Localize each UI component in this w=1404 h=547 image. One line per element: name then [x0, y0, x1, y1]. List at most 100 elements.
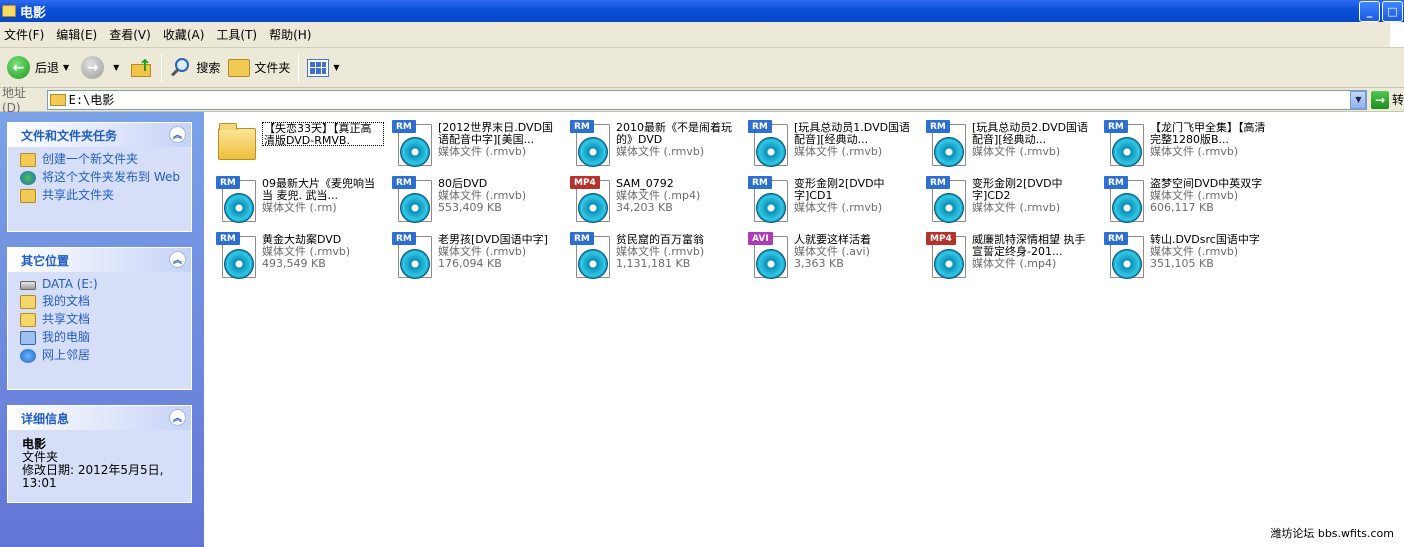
menu-tools[interactable]: 工具(T) — [212, 26, 265, 43]
folders-label: 文件夹 — [254, 61, 291, 75]
file-type-badge: MP4 — [570, 176, 600, 189]
film-reel-icon — [1112, 193, 1142, 223]
menu-help[interactable]: 帮助(H) — [265, 26, 319, 43]
task-share-folder[interactable]: 共享此文件夹 — [20, 189, 191, 203]
forward-button[interactable]: → ▼ — [77, 52, 127, 84]
file-text: 老男孩[DVD国语中字] 媒体文件 (.rmvb) 176,094 KB — [438, 232, 560, 284]
file-text: 黄金大劫案DVD 媒体文件 (.rmvb) 493,549 KB — [262, 232, 384, 284]
back-button[interactable]: ← 后退 ▼ — [3, 52, 77, 84]
chevron-down-icon[interactable]: ▼ — [63, 63, 69, 72]
place-my-computer[interactable]: 我的电脑 — [20, 331, 191, 345]
file-item[interactable]: RM 变形金刚2[DVD中字]CD1 媒体文件 (.rmvb) — [744, 176, 916, 228]
folder-item[interactable]: 【失恋33天】【真正高清版DVD-RMVB. — [212, 120, 384, 172]
search-button[interactable]: 搜索 — [166, 52, 224, 84]
media-file-icon: RM — [1100, 232, 1146, 280]
watermark: 潍坊论坛 bbs.wfits.com — [1270, 527, 1394, 540]
file-size: 1,131,181 KB — [616, 257, 691, 270]
file-type: 媒体文件 (.rmvb) — [1150, 145, 1239, 158]
file-text: SAM_0792 媒体文件 (.mp4) 34,203 KB — [616, 176, 738, 228]
collapse-chevron-icon[interactable]: ︽ — [169, 251, 186, 268]
file-item[interactable]: MP4 威廉凯特深情相望 执手宣誓定终身-201... 媒体文件 (.mp4) — [922, 232, 1094, 284]
film-reel-icon — [756, 137, 786, 167]
file-list: 【失恋33天】【真正高清版DVD-RMVB. RM [2012世界末日.DVD国语配… — [204, 112, 1404, 547]
file-item[interactable]: RM [2012世界末日.DVD国语配音中字][美国... 媒体文件 (.rmvb) — [388, 120, 560, 172]
other-places-header[interactable]: 其它位置 ︽ — [8, 248, 191, 272]
back-arrow-icon: ← — [7, 56, 30, 79]
views-icon — [307, 58, 330, 77]
file-text: 人就要这样活着 媒体文件 (.avi) 3,363 KB — [794, 232, 916, 284]
file-item[interactable]: RM 变形金刚2[DVD中字]CD2 媒体文件 (.rmvb) — [922, 176, 1094, 228]
file-type: 媒体文件 (.rm) — [262, 201, 337, 214]
film-reel-icon — [1112, 137, 1142, 167]
media-file-icon: RM — [744, 120, 790, 168]
file-tasks-header[interactable]: 文件和文件夹任务 ︽ — [8, 123, 191, 147]
place-network[interactable]: 网上邻居 — [20, 349, 191, 363]
views-button[interactable]: ▼ — [303, 52, 347, 84]
menu-edit[interactable]: 编辑(E) — [52, 26, 105, 43]
menu-view[interactable]: 查看(V) — [105, 26, 159, 43]
file-size: 34,203 KB — [616, 201, 673, 214]
folder-icon — [212, 120, 258, 168]
file-item[interactable]: RM [玩具总动员2.DVD国语配音][经典动... 媒体文件 (.rmvb) — [922, 120, 1094, 172]
file-item[interactable]: RM 盗梦空间DVD中英双字 媒体文件 (.rmvb) 606,117 KB — [1100, 176, 1272, 228]
task-new-folder[interactable]: 创建一个新文件夹 — [20, 153, 191, 167]
task-new-folder-label: 创建一个新文件夹 — [42, 152, 139, 166]
file-item[interactable]: RM 09最新大片《麦兜响当当 麦兜. 武当... 媒体文件 (.rm) — [212, 176, 384, 228]
chevron-down-icon[interactable]: ▼ — [333, 63, 339, 72]
file-type: 媒体文件 (.rmvb) — [438, 145, 527, 158]
windows-logo — [1390, 22, 1404, 47]
go-arrow-icon[interactable]: → — [1371, 90, 1389, 109]
file-type-badge: RM — [926, 176, 950, 189]
file-item[interactable]: RM 80后DVD 媒体文件 (.rmvb) 553,409 KB — [388, 176, 560, 228]
search-icon — [170, 57, 192, 79]
file-type-badge: RM — [748, 176, 772, 189]
address-dropdown-button[interactable]: ▼ — [1350, 90, 1367, 109]
maximize-button[interactable]: □ — [1382, 0, 1403, 22]
address-bar: 地址(D) E:\电影 ▼ → 转 — [0, 86, 1404, 115]
task-publish-web-label: 将这个文件夹发布到 Web — [42, 170, 180, 184]
file-item[interactable]: RM 2010最新《不是闹着玩的》DVD 媒体文件 (.rmvb) — [566, 120, 738, 172]
film-reel-icon — [756, 193, 786, 223]
file-name: [2012世界末日.DVD国语配音中字][美国... — [438, 122, 554, 146]
media-file-icon: RM — [922, 176, 968, 224]
details-header[interactable]: 详细信息 ︽ — [8, 406, 191, 430]
file-item[interactable]: RM 贫民窟的百万富翁 媒体文件 (.rmvb) 1,131,181 KB — [566, 232, 738, 284]
address-input[interactable]: E:\电影 ▼ — [46, 89, 1368, 110]
my-documents-icon — [20, 295, 36, 309]
file-item[interactable]: RM 【龙门飞甲全集】【高清完整1280版B... 媒体文件 (.rmvb) — [1100, 120, 1272, 172]
file-item[interactable]: RM 老男孩[DVD国语中字] 媒体文件 (.rmvb) 176,094 KB — [388, 232, 560, 284]
folders-button[interactable]: 文件夹 — [224, 52, 294, 84]
place-data-drive[interactable]: DATA (E:) — [20, 278, 191, 291]
menu-favorites[interactable]: 收藏(A) — [159, 26, 213, 43]
file-text: 贫民窟的百万富翁 媒体文件 (.rmvb) 1,131,181 KB — [616, 232, 738, 284]
collapse-chevron-icon[interactable]: ︽ — [169, 126, 186, 143]
film-reel-icon — [400, 193, 430, 223]
chevron-down-icon[interactable]: ▼ — [113, 63, 119, 72]
media-file-icon: RM — [566, 120, 612, 168]
task-publish-web[interactable]: 将这个文件夹发布到 Web — [20, 171, 191, 185]
place-my-documents[interactable]: 我的文档 — [20, 295, 191, 309]
file-text: 变形金刚2[DVD中字]CD1 媒体文件 (.rmvb) — [794, 176, 916, 228]
file-tasks-title: 文件和文件夹任务 — [21, 128, 118, 143]
other-places-panel: 其它位置 ︽ DATA (E:) 我的文档 共享文档 我的电脑 网上邻居 — [7, 247, 192, 390]
minimize-button[interactable]: _ — [1359, 0, 1380, 22]
file-item[interactable]: RM [玩具总动员1.DVD国语配音][经典动... 媒体文件 (.rmvb) — [744, 120, 916, 172]
file-name: [玩具总动员2.DVD国语配音][经典动... — [972, 122, 1089, 146]
go-button[interactable]: 转 — [1392, 91, 1404, 108]
file-item[interactable]: RM 转山.DVDsrc国语中字 媒体文件 (.rmvb) 351,105 KB — [1100, 232, 1272, 284]
file-type-badge: RM — [1104, 120, 1128, 133]
place-shared-documents[interactable]: 共享文档 — [20, 313, 191, 327]
details-panel: 详细信息 ︽ 电影 文件夹 修改日期: 2012年5月5日, 13:01 — [7, 405, 192, 503]
file-item[interactable]: MP4 SAM_0792 媒体文件 (.mp4) 34,203 KB — [566, 176, 738, 228]
file-name: [玩具总动员1.DVD国语配音][经典动... — [794, 122, 911, 146]
my-computer-icon — [20, 331, 36, 345]
file-item[interactable]: RM 黄金大劫案DVD 媒体文件 (.rmvb) 493,549 KB — [212, 232, 384, 284]
up-button[interactable]: ↑ — [127, 52, 157, 84]
file-size: 553,409 KB — [438, 201, 502, 214]
up-folder-icon: ↑ — [131, 56, 153, 78]
file-type-badge: MP4 — [926, 232, 956, 245]
menu-file[interactable]: 文件(F) — [0, 26, 52, 43]
film-reel-icon — [400, 249, 430, 279]
file-item[interactable]: AVI 人就要这样活着 媒体文件 (.avi) 3,363 KB — [744, 232, 916, 284]
collapse-chevron-icon[interactable]: ︽ — [169, 409, 186, 426]
